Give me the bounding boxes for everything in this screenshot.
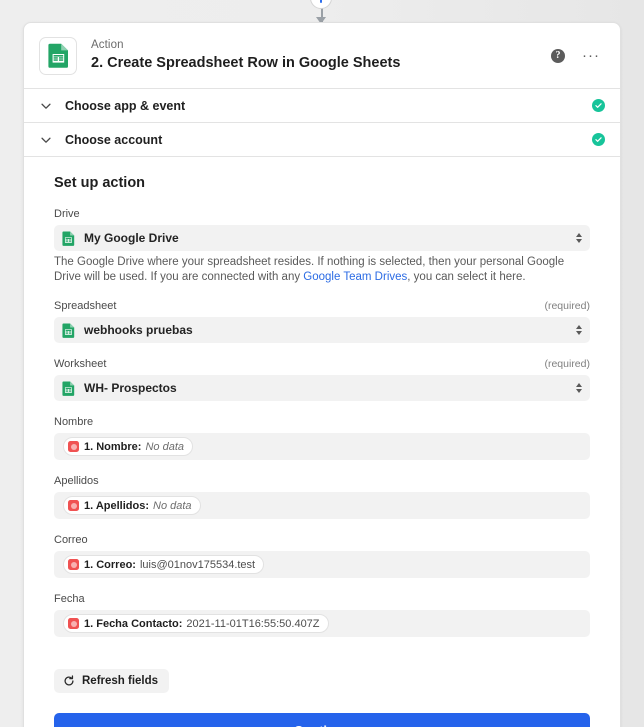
setup-action-panel: Set up action Drive My Google Drive The Go…: [24, 157, 620, 727]
field-worksheet: Worksheet (required) WH- Prospectos: [54, 357, 590, 401]
token-key: 1. Nombre:: [84, 440, 142, 453]
action-step-card: Action 2. Create Spreadsheet Row in Goog…: [23, 22, 621, 727]
step-type-label: Action: [91, 39, 124, 51]
field-drive: Drive My Google Drive The Google Drive whe…: [54, 207, 590, 285]
select-value: My Google Drive: [84, 231, 179, 245]
field-list: Drive My Google Drive The Google Drive whe…: [54, 207, 590, 637]
token-value: 2021-11-01T16:55:50.407Z: [186, 617, 320, 630]
google-sheets-icon: [39, 36, 77, 75]
token-input-correo[interactable]: 1. Correo: luis@01nov175534.test: [54, 551, 590, 578]
field-label: Worksheet: [54, 358, 107, 370]
field-label-row: Nombre: [54, 415, 590, 429]
stepper-arrows-icon[interactable]: [576, 383, 582, 393]
token-input-nombre[interactable]: 1. Nombre: No data: [54, 433, 590, 460]
google-team-drives-link[interactable]: Google Team Drives: [303, 271, 407, 283]
collapsed-section-label: Choose account: [65, 132, 163, 147]
webhooks-icon: [68, 559, 79, 570]
step-header-text: Action 2. Create Spreadsheet Row in Goog…: [91, 38, 551, 73]
google-sheets-icon: [62, 380, 75, 396]
more-options-button[interactable]: ···: [582, 46, 600, 64]
select-worksheet[interactable]: WH- Prospectos: [54, 375, 590, 401]
google-sheets-icon: [62, 230, 75, 246]
field-label-row: Apellidos: [54, 474, 590, 488]
select-drive[interactable]: My Google Drive: [54, 225, 590, 251]
token-input-apellidos[interactable]: 1. Apellidos: No data: [54, 492, 590, 519]
google-sheets-icon: [62, 322, 75, 338]
ellipsis-icon: ···: [582, 46, 600, 64]
status-badge-complete: [592, 133, 605, 146]
collapsed-section-label: Choose app & event: [65, 98, 186, 113]
field-label: Nombre: [54, 416, 94, 428]
field-fecha: Fecha 1. Fecha Contacto: 2021-11-01T16:55:…: [54, 592, 590, 637]
field-help-text: The Google Drive where your spreadsheet …: [54, 255, 590, 285]
field-required-tag: (required): [544, 300, 590, 312]
token-input-fecha[interactable]: 1. Fecha Contacto: 2021-11-01T16:55:50.40…: [54, 610, 590, 637]
collapsed-section-2[interactable]: Choose account: [24, 123, 620, 157]
field-label: Correo: [54, 534, 88, 546]
field-label: Drive: [54, 208, 80, 220]
section-title: Set up action: [54, 175, 146, 191]
refresh-fields-button[interactable]: Refresh fields: [54, 669, 170, 693]
field-correo: Correo 1. Correo: luis@01nov175534.test: [54, 533, 590, 578]
select-value: WH- Prospectos: [84, 381, 177, 395]
field-label-row: Correo: [54, 533, 590, 547]
continue-button[interactable]: Continue: [54, 713, 590, 727]
field-spreadsheet: Spreadsheet (required) webhooks pruebas: [54, 299, 590, 343]
collapsed-sections: Choose app & event Choose account: [24, 89, 620, 157]
step-header[interactable]: Action 2. Create Spreadsheet Row in Goog…: [24, 23, 620, 89]
step-node-above[interactable]: [310, 0, 332, 9]
field-label-row: Drive: [54, 207, 590, 221]
collapsed-section-1[interactable]: Choose app & event: [24, 89, 620, 123]
field-label-row: Fecha: [54, 592, 590, 606]
field-label-row: Spreadsheet (required): [54, 299, 590, 313]
chevron-down-icon: [41, 103, 51, 109]
webhooks-icon: [68, 500, 79, 511]
token-value: luis@01nov175534.test: [139, 558, 256, 571]
help-button[interactable]: ?: [551, 48, 565, 63]
field-label: Apellidos: [54, 475, 99, 487]
token-key: 1. Fecha Contacto:: [84, 617, 183, 630]
token-key: 1. Apellidos:: [84, 499, 149, 512]
step-title: 2. Create Spreadsheet Row in Google Shee…: [91, 55, 401, 71]
data-token[interactable]: 1. Correo: luis@01nov175534.test: [63, 555, 265, 574]
zap-editor-canvas: Action 2. Create Spreadsheet Row in Goog…: [0, 0, 644, 727]
data-token[interactable]: 1. Nombre: No data: [63, 437, 193, 456]
select-spreadsheet[interactable]: webhooks pruebas: [54, 317, 590, 343]
webhooks-icon: [68, 441, 79, 452]
refresh-icon: [64, 675, 74, 686]
question-mark-icon: ?: [551, 48, 565, 63]
token-value: No data: [145, 440, 184, 453]
field-required-tag: (required): [544, 358, 590, 370]
field-label-row: Worksheet (required): [54, 357, 590, 371]
stepper-arrows-icon[interactable]: [576, 325, 582, 335]
field-apellidos: Apellidos 1. Apellidos: No data: [54, 474, 590, 519]
data-token[interactable]: 1. Apellidos: No data: [63, 496, 201, 515]
refresh-fields-label: Refresh fields: [82, 675, 159, 687]
field-nombre: Nombre 1. Nombre: No data: [54, 415, 590, 460]
field-label: Fecha: [54, 593, 85, 605]
data-token[interactable]: 1. Fecha Contacto: 2021-11-01T16:55:50.40…: [63, 614, 329, 633]
help-text-suffix: , you can select it here.: [407, 271, 526, 283]
status-badge-complete: [592, 99, 605, 112]
token-value: No data: [153, 499, 192, 512]
select-value: webhooks pruebas: [84, 323, 193, 337]
step-header-actions: ? ···: [551, 46, 604, 64]
field-label: Spreadsheet: [54, 300, 117, 312]
stepper-arrows-icon[interactable]: [576, 233, 582, 243]
token-key: 1. Correo:: [84, 558, 136, 571]
chevron-down-icon: [41, 137, 51, 143]
webhooks-icon: [68, 618, 79, 629]
